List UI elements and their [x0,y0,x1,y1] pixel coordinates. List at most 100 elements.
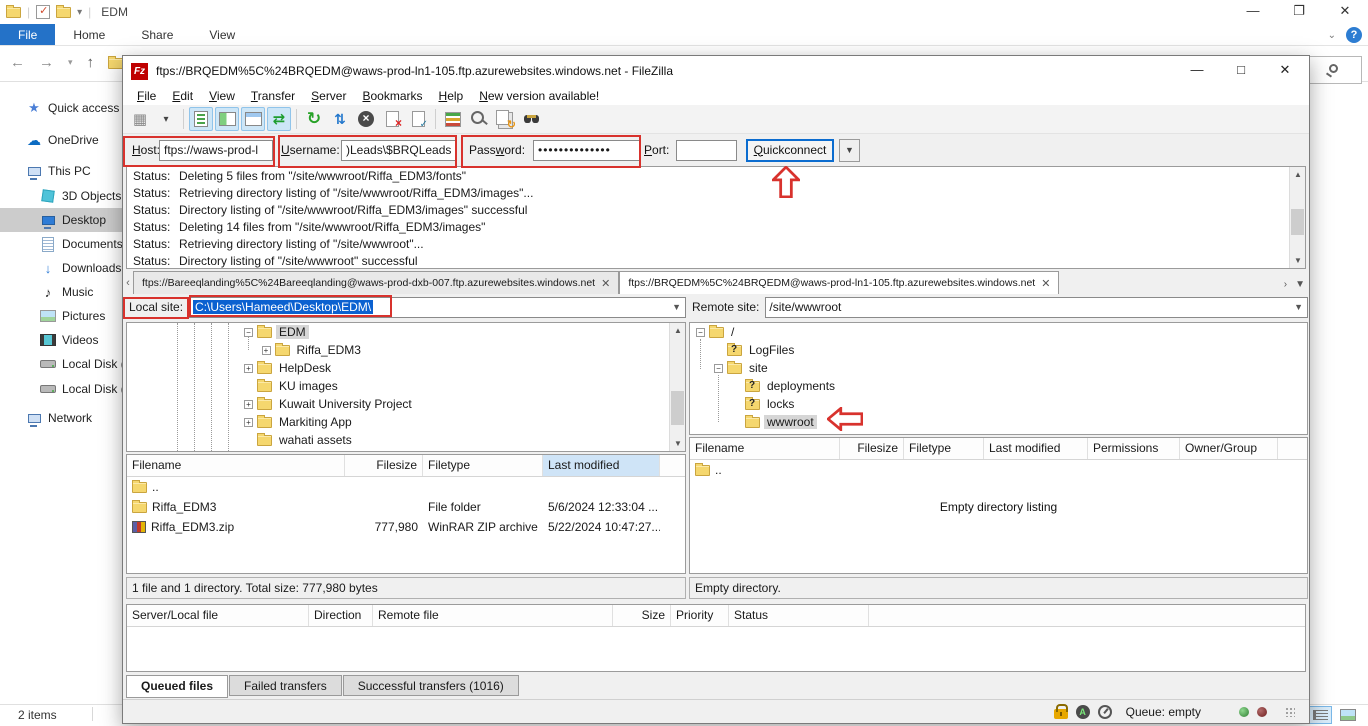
menu-item-new[interactable]: New version available! [471,89,607,103]
remote-tree-item[interactable]: deployments [690,377,1307,395]
ribbon-tab-file[interactable]: File [0,24,55,45]
connection-tab-2[interactable]: ftps://BRQEDM%5C%24BRQEDM@waws-prod-ln1-… [619,271,1059,294]
toggle-local-tree-icon[interactable] [215,107,239,131]
column-header-last-modified[interactable]: Last modified [984,438,1088,459]
queue-tab-successful-transfers-1016-[interactable]: Successful transfers (1016) [343,675,519,696]
file-row[interactable]: .. [127,477,685,497]
quick-access-toolbar-dropdown-icon[interactable]: ▾ [77,7,82,18]
sidebar-item-local-disk-c-[interactable]: Local Disk (C: [0,352,122,376]
recent-locations-dropdown-icon[interactable]: ▾ [68,57,73,68]
toggle-log-icon[interactable] [189,107,213,131]
folder-icon[interactable] [56,7,71,18]
menu-item-help[interactable]: Help [431,89,472,103]
site-manager-dropdown-icon[interactable] [154,107,178,131]
details-view-button[interactable] [1308,706,1332,724]
column-header-filesize[interactable]: Filesize [840,438,904,459]
tab-scroll-left-icon[interactable]: ‹ [123,272,133,294]
scroll-up-icon[interactable]: ▲ [1290,167,1306,182]
thumbnail-view-button[interactable] [1336,706,1360,724]
explorer-restore-button[interactable]: ❐ [1276,0,1322,24]
quickconnect-dropdown-icon[interactable]: ▼ [839,139,860,162]
menu-item-server[interactable]: Server [303,89,354,103]
disconnect-icon[interactable] [380,107,404,131]
tab-scroll-right-icon[interactable]: › [1284,279,1287,290]
column-header-filename[interactable]: Filename [127,455,345,476]
column-header-permissions[interactable]: Permissions [1088,438,1180,459]
scroll-down-icon[interactable]: ▼ [1290,253,1306,268]
ribbon-tab-home[interactable]: Home [55,24,123,45]
menu-item-bookmarks[interactable]: Bookmarks [354,89,430,103]
site-manager-icon[interactable] [128,107,152,131]
tree-expander-plus-icon[interactable]: + [244,400,253,409]
combo-dropdown-icon[interactable]: ▼ [672,302,681,312]
sidebar-item-desktop[interactable]: Desktop [0,208,122,232]
sidebar-item-network[interactable]: Network [0,406,122,430]
column-header-status[interactable]: Status [729,605,869,626]
sidebar-item-pictures[interactable]: Pictures [0,304,122,328]
filter-icon[interactable] [441,107,465,131]
column-header-owner-group[interactable]: Owner/Group [1180,438,1278,459]
filezilla-titlebar[interactable]: Fz ftps://BRQEDM%5C%24BRQEDM@waws-prod-l… [123,56,1309,86]
local-tree-scrollbar[interactable]: ▲ ▼ [669,323,685,451]
scroll-down-icon[interactable]: ▼ [670,436,686,451]
quickconnect-button[interactable]: Quickconnect [746,139,834,162]
tree-expander-plus-icon[interactable]: + [244,418,253,427]
menu-item-file[interactable]: File [129,89,164,103]
autoask-gear-icon[interactable]: A [1076,705,1090,719]
local-tree-item[interactable]: + Kuwait University Project [127,395,685,413]
menu-item-view[interactable]: View [201,89,243,103]
tree-expander-minus-icon[interactable]: − [244,328,253,337]
cancel-icon[interactable] [354,107,378,131]
combo-dropdown-icon[interactable]: ▼ [1294,302,1303,312]
ribbon-collapse-icon[interactable]: ⌄ [1328,30,1336,41]
sidebar-item-documents[interactable]: Documents [0,232,122,256]
username-input[interactable]: )Leads\$BRQLeads [341,140,457,161]
sync-icon[interactable] [493,107,517,131]
sidebar-item-videos[interactable]: Videos [0,328,122,352]
tree-expander-minus-icon[interactable]: − [714,364,723,373]
column-header-filetype[interactable]: Filetype [904,438,984,459]
column-header-direction[interactable]: Direction [309,605,373,626]
password-input[interactable]: •••••••••••••• [533,140,641,161]
tree-expander-minus-icon[interactable]: − [696,328,705,337]
queue-tab-queued-files[interactable]: Queued files [126,675,228,698]
tab-close-icon[interactable]: ✕ [1041,277,1050,290]
sidebar-item-onedrive[interactable]: OneDrive [0,128,122,152]
column-header-remote-file[interactable]: Remote file [373,605,613,626]
file-row[interactable]: .. [690,460,1307,480]
forward-icon[interactable]: → [39,54,54,71]
filezilla-minimize-button[interactable]: — [1175,56,1219,86]
sidebar-item-quick-access[interactable]: Quick access [0,96,122,120]
ribbon-tab-share[interactable]: Share [123,24,191,45]
local-tree-item[interactable]: KU images [127,377,685,395]
scroll-up-icon[interactable]: ▲ [670,323,686,338]
speed-limit-icon[interactable] [1098,705,1112,719]
filezilla-maximize-button[interactable]: □ [1219,56,1263,86]
local-tree-item[interactable]: + Riffa_EDM3 [127,341,685,359]
secure-connection-lock-icon[interactable] [1054,709,1068,719]
local-tree-item[interactable]: wahati assets [127,431,685,449]
tree-expander-plus-icon[interactable]: + [262,346,271,355]
tree-expander-plus-icon[interactable]: + [244,364,253,373]
menu-item-transfer[interactable]: Transfer [243,89,303,103]
local-tree-item[interactable]: + HelpDesk [127,359,685,377]
sidebar-item-local-disk-d-[interactable]: Local Disk (D: [0,377,122,401]
column-header-filename[interactable]: Filename [690,438,840,459]
queue-tab-failed-transfers[interactable]: Failed transfers [229,675,342,696]
explorer-search-input[interactable] [1308,56,1362,84]
local-site-combobox[interactable]: C:\Users\Hameed\Desktop\EDM\ ▼ [189,297,686,318]
file-row[interactable]: Riffa_EDM3File folder5/6/2024 12:33:04 .… [127,497,685,517]
remote-site-combobox[interactable]: /site/wwwroot ▼ [765,297,1308,318]
up-icon[interactable]: ↑ [87,54,95,71]
column-header-size[interactable]: Size [613,605,671,626]
local-tree-item[interactable]: − EDM [127,323,685,341]
reconnect-icon[interactable] [406,107,430,131]
scrollbar-thumb[interactable] [1291,209,1304,235]
file-row[interactable]: Riffa_EDM3.zip777,980WinRAR ZIP archive5… [127,517,685,537]
column-header-server-local-file[interactable]: Server/Local file [127,605,309,626]
remote-tree-item[interactable]: LogFiles [690,341,1307,359]
sidebar-item-3d-objects[interactable]: 3D Objects [0,184,122,208]
resize-grip[interactable] [1285,707,1295,717]
column-header-last-modified[interactable]: Last modified [543,455,660,476]
local-tree-item[interactable]: + Markiting App [127,413,685,431]
